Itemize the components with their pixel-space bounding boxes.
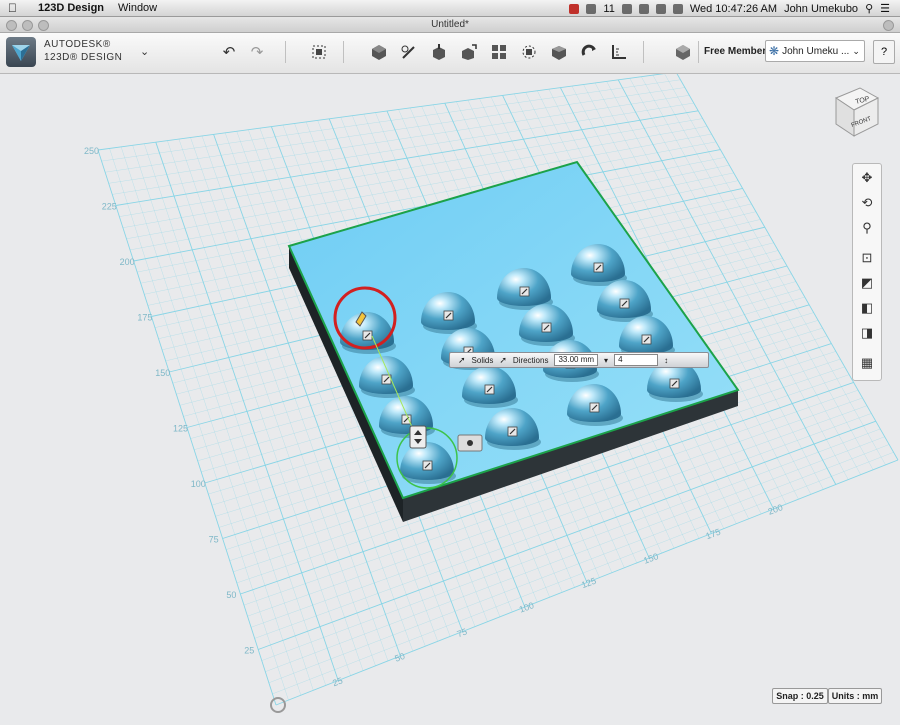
primitives-icon[interactable] — [368, 41, 390, 63]
visibility-icon[interactable]: ◨ — [857, 323, 877, 343]
grid-axis-label: 75 — [209, 535, 219, 545]
orbit-icon[interactable]: ⟲ — [857, 193, 877, 213]
brand-line-1: AUTODESK® — [44, 39, 111, 50]
user-menu[interactable]: John Umekubo — [784, 3, 858, 15]
grid-axis-label: 100 — [518, 600, 536, 615]
app-menu[interactable]: 123D Design — [38, 2, 104, 14]
grid-axis-label: 200 — [767, 502, 785, 517]
grid-axis-label: 175 — [704, 527, 722, 542]
fullscreen-button[interactable] — [883, 20, 894, 31]
status-number[interactable]: 11 — [603, 3, 614, 15]
bluetooth-icon[interactable] — [621, 3, 632, 14]
undo-icon[interactable]: ↶ — [218, 41, 240, 63]
chevron-down-icon: ⌄ — [852, 45, 860, 56]
pattern-icon[interactable] — [488, 41, 510, 63]
toolbar-divider — [285, 41, 286, 63]
pattern-toolbar: ➚ Solids ➚ Directions 33.00 mm ▾ 4 ↕ — [449, 352, 709, 368]
zoom-window-button[interactable] — [38, 20, 49, 31]
grid-axis-label: 150 — [155, 368, 170, 378]
scene-canvas[interactable]: 250 225 200 175 150 125 100 75 50 25 25 50 75 100 125 1… — [0, 71, 900, 720]
solids-button[interactable]: Solids — [472, 356, 494, 365]
window-menu[interactable]: Window — [118, 2, 157, 14]
cursor-arrow-icon: ➚ — [499, 354, 507, 365]
redo-icon[interactable]: ↷ — [246, 41, 268, 63]
grid-icon[interactable]: ▦ — [857, 353, 877, 373]
app-menu-chevron-icon[interactable]: ⌄ — [140, 45, 149, 58]
count-handle-dot — [467, 440, 473, 446]
status-area: 11 Wed 10:47:26 AM John Umekubo ⚲ ☰ — [569, 2, 890, 15]
spotlight-icon[interactable]: ⚲ — [865, 2, 873, 15]
grouping-icon[interactable] — [518, 41, 540, 63]
help-button[interactable]: ? — [873, 40, 895, 64]
directions-button[interactable]: Directions — [513, 356, 549, 365]
app-logo[interactable] — [6, 37, 36, 67]
toolbar-divider — [643, 41, 644, 63]
move-handle-icon[interactable] — [409, 425, 427, 449]
mac-menubar:  123D Design Window 11 Wed 10:47:26 AM … — [0, 0, 900, 17]
wifi-icon[interactable] — [655, 3, 666, 14]
grid-axis-label: 25 — [244, 646, 254, 656]
toolbar-divider — [343, 41, 344, 63]
grid-line — [272, 452, 894, 695]
grid-axis-label: 50 — [226, 590, 236, 600]
user-dropdown-label: John Umeku ... — [782, 45, 850, 57]
count-stepper-icon[interactable]: ↕ — [664, 356, 668, 365]
materials-icon[interactable] — [672, 41, 694, 63]
transform-icon[interactable] — [308, 41, 330, 63]
grid-axis-label: 200 — [120, 257, 135, 267]
window-controls — [6, 20, 49, 31]
minimize-window-button[interactable] — [22, 20, 33, 31]
home-view-icon[interactable] — [270, 697, 286, 713]
grid-axis-label: 150 — [642, 551, 660, 566]
grid-axis-label: 175 — [137, 313, 152, 323]
zoom-icon[interactable]: ⚲ — [857, 218, 877, 238]
grid-axis-label: 25 — [331, 675, 344, 688]
fit-icon[interactable]: ⊡ — [857, 248, 877, 268]
dropbox-icon[interactable] — [586, 3, 597, 14]
sketch-icon[interactable] — [398, 41, 420, 63]
grid-axis-label: 50 — [393, 651, 406, 664]
record-icon[interactable] — [569, 3, 580, 14]
window-titlebar: Untitled* — [0, 17, 900, 33]
volume-icon[interactable] — [672, 3, 683, 14]
units-setting[interactable]: Units : mm — [828, 688, 882, 704]
apple-menu-icon[interactable]:  — [8, 1, 17, 15]
distance-input[interactable]: 33.00 mm — [554, 354, 599, 366]
navigation-bar: ✥ ⟲ ⚲ ⊡ ◩ ◧ ◨ ▦ — [852, 163, 882, 381]
viewcube[interactable]: TOP FRONT — [832, 86, 880, 145]
grid-axis-label: 250 — [84, 146, 99, 156]
modify-icon[interactable] — [458, 41, 480, 63]
clock[interactable]: Wed 10:47:26 AM — [690, 3, 777, 15]
count-input[interactable]: 4 — [614, 354, 659, 366]
user-dropdown[interactable]: ❋ John Umeku ... ⌄ — [765, 40, 865, 62]
combine-icon[interactable] — [548, 41, 570, 63]
pan-icon[interactable]: ✥ — [857, 168, 877, 188]
user-avatar-icon: ❋ — [769, 44, 780, 58]
timemachine-icon[interactable] — [638, 3, 649, 14]
perspective-icon[interactable]: ◩ — [857, 273, 877, 293]
measure-icon[interactable] — [608, 41, 630, 63]
brand-line-2: 123D® DESIGN — [44, 52, 123, 63]
window-title: Untitled* — [431, 19, 469, 30]
grid-axis-label: 75 — [456, 626, 469, 639]
grid-axis-label: 100 — [191, 479, 206, 489]
grid-axis-label: 125 — [173, 424, 188, 434]
notification-icon[interactable]: ☰ — [880, 2, 890, 15]
construct-icon[interactable] — [428, 41, 450, 63]
3d-viewport[interactable]: 250 225 200 175 150 125 100 75 50 25 25 50 75 100 125 1… — [0, 71, 900, 720]
membership-label[interactable]: Free Member — [704, 46, 766, 57]
close-window-button[interactable] — [6, 20, 17, 31]
snap-icon[interactable] — [578, 41, 600, 63]
snap-setting[interactable]: Snap : 0.25 — [772, 688, 828, 704]
materials-outlines-icon[interactable]: ◧ — [857, 298, 877, 318]
grid-axis-label: 125 — [580, 576, 598, 591]
distance-dropdown-icon[interactable]: ▾ — [604, 356, 608, 365]
toolbar-divider — [698, 41, 699, 63]
app-toolbar: AUTODESK® 123D® DESIGN ⌄ ↶ ↷ Free Member… — [0, 33, 900, 74]
cursor-arrow-icon: ➚ — [458, 354, 466, 365]
grid-axis-label: 225 — [102, 202, 117, 212]
